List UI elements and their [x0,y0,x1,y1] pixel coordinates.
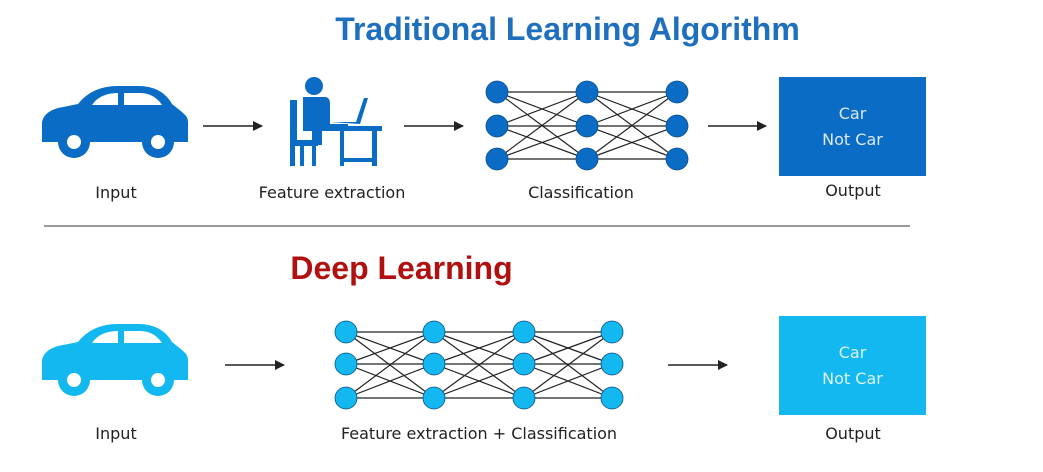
traditional-input-label: Input [95,183,137,202]
output-not-car-text: Not Car [822,129,883,149]
network-node [665,114,689,138]
traditional-classification-label: Classification [528,183,634,202]
output-car-text: Car [838,103,867,123]
neural-network-icon [334,320,624,410]
network-node [575,114,599,138]
output-not-car-text: Not Car [822,368,883,388]
deep-input-label: Input [95,424,137,443]
network-node [422,386,446,410]
deep-network-label: Feature extraction + Classification [340,424,618,443]
network-node [600,386,624,410]
network-node [485,80,509,104]
output-car-text: Car [838,342,867,362]
network-node [575,80,599,104]
network-node [665,147,689,171]
traditional-output-box: Car Not Car [779,77,926,176]
network-node [485,147,509,171]
network-node [600,320,624,344]
section-divider [44,225,910,227]
network-node [334,386,358,410]
network-node [422,320,446,344]
network-node [600,352,624,376]
deep-output-box: Car Not Car [779,316,926,415]
network-node [512,320,536,344]
network-node [334,320,358,344]
network-node [665,80,689,104]
network-node [512,386,536,410]
network-node [485,114,509,138]
network-node [334,352,358,376]
traditional-output-label: Output [825,181,881,200]
neural-network-icon [485,80,689,171]
network-node [512,352,536,376]
person-at-computer-icon [290,77,382,166]
traditional-feature-label: Feature extraction [258,183,406,202]
network-node [422,352,446,376]
deep-output-label: Output [825,424,881,443]
network-node [575,147,599,171]
